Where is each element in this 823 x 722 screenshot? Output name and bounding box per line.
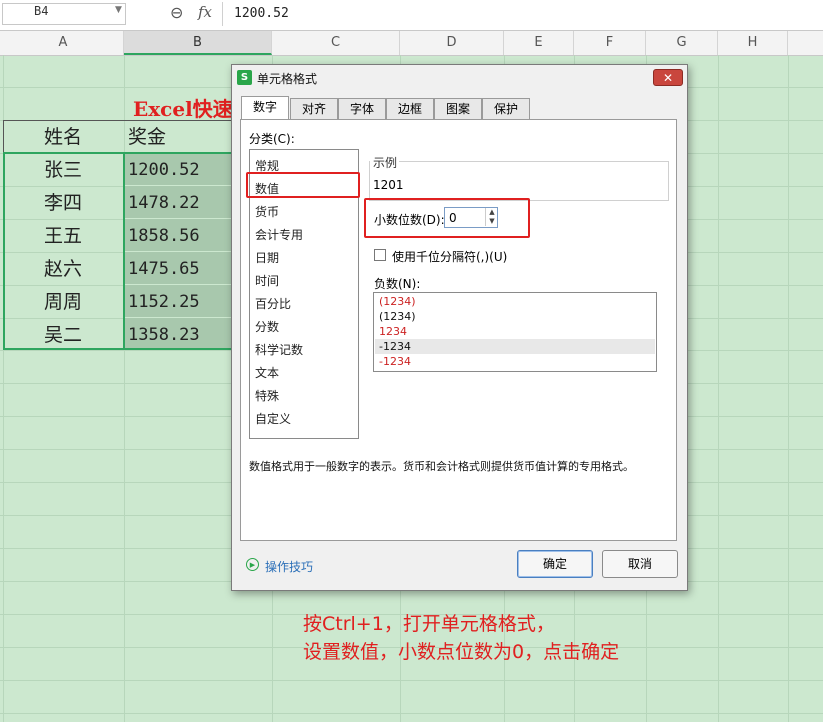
column-header-e[interactable]: E [504, 31, 574, 55]
formula-bar: B4 ▼ ⊖ fx 1200.52 [0, 0, 823, 31]
formula-separator [222, 2, 223, 26]
list-item[interactable]: 百分比 [255, 295, 291, 312]
decimal-places-label: 小数位数(D): [374, 213, 445, 227]
app-logo-icon: S [237, 70, 252, 85]
list-item[interactable]: 日期 [255, 249, 279, 266]
sample-value: 1201 [373, 178, 404, 192]
cancel-button[interactable]: 取消 [602, 550, 678, 578]
list-item[interactable]: -1234 [379, 340, 411, 353]
spin-down-icon[interactable]: ▼ [485, 217, 498, 226]
instruction-line-1: 按Ctrl+1，打开单元格格式， [303, 613, 555, 635]
tab-protection[interactable]: 保护 [482, 98, 530, 119]
formula-input[interactable]: 1200.52 [234, 6, 289, 21]
play-icon[interactable]: ▶ [246, 558, 259, 571]
tab-number[interactable]: 数字 [241, 96, 289, 119]
column-header-b[interactable]: B [124, 31, 272, 55]
tab-border[interactable]: 边框 [386, 98, 434, 119]
grid-line [0, 713, 823, 714]
sample-group-line [399, 161, 669, 162]
close-icon[interactable]: ✕ [653, 69, 683, 86]
selected-row-highlight [375, 339, 655, 354]
header-name-cell[interactable]: 姓名 [3, 121, 123, 153]
sample-group [369, 161, 669, 201]
tab-font[interactable]: 字体 [338, 98, 386, 119]
sheet-title[interactable]: Excel快速 [133, 93, 233, 122]
zoom-icon[interactable]: ⊖ [170, 3, 183, 22]
thousand-separator-label[interactable]: 使用千位分隔符(,)(U) [392, 248, 507, 265]
column-header-f[interactable]: F [574, 31, 646, 55]
tab-pattern[interactable]: 图案 [434, 98, 482, 119]
list-item[interactable]: 货币 [255, 203, 279, 220]
list-item[interactable]: 会计专用 [255, 226, 303, 243]
selection-outline-values [123, 152, 235, 350]
thousand-separator-checkbox[interactable] [374, 249, 386, 261]
column-header-d[interactable]: D [400, 31, 504, 55]
list-item[interactable]: 文本 [255, 364, 279, 381]
chevron-down-icon[interactable]: ▼ [115, 5, 122, 15]
grid-line [788, 55, 789, 722]
tips-link[interactable]: 操作技巧 [265, 558, 313, 575]
category-highlight-box [246, 172, 360, 198]
header-bonus-cell[interactable]: 奖金 [128, 121, 166, 153]
negative-numbers-list[interactable]: (1234) (1234) 1234 -1234 -1234 [373, 292, 657, 372]
decimal-places-value: 0 [449, 211, 457, 225]
list-item[interactable]: 1234 [379, 325, 407, 338]
ok-button[interactable]: 确定 [517, 550, 593, 578]
category-label: 分类(C): [249, 132, 295, 146]
list-item[interactable]: (1234) [379, 310, 416, 323]
column-header-a[interactable]: A [3, 31, 124, 55]
format-description: 数值格式用于一般数字的表示。货币和会计格式则提供货币值计算的专用格式。 [249, 460, 634, 473]
list-item[interactable]: 时间 [255, 272, 279, 289]
tab-alignment[interactable]: 对齐 [290, 98, 338, 119]
column-header-g[interactable]: G [646, 31, 718, 55]
instruction-line-2: 设置数值，小数点位数为0，点击确定 [303, 641, 620, 663]
fx-icon[interactable]: fx [198, 3, 212, 21]
name-box[interactable] [2, 3, 126, 25]
list-item[interactable]: 特殊 [255, 387, 279, 404]
negative-numbers-label: 负数(N): [374, 277, 421, 291]
grid-line [718, 55, 719, 722]
column-header-h[interactable]: H [718, 31, 788, 55]
sample-label: 示例 [373, 156, 398, 170]
list-item[interactable]: 分数 [255, 318, 279, 335]
column-header-c[interactable]: C [272, 31, 400, 55]
spin-up-icon[interactable]: ▲ [485, 208, 498, 217]
list-item[interactable]: (1234) [379, 295, 416, 308]
name-box-value: B4 [34, 4, 49, 18]
instruction-text: 按Ctrl+1，打开单元格格式， 设置数值，小数点位数为0，点击确定 [303, 610, 619, 666]
dialog-title: 单元格格式 [257, 72, 318, 86]
list-item[interactable]: 科学记数 [255, 341, 303, 358]
column-header-bar: A B C D E F G H [0, 31, 823, 56]
list-item[interactable]: 自定义 [255, 410, 291, 427]
format-cells-dialog: S 单元格格式 ✕ 数字 对齐 字体 边框 图案 保护 分类(C): 常规 数值… [231, 64, 688, 591]
grid-line [0, 680, 823, 681]
selection-outline-names [3, 152, 125, 350]
list-item[interactable]: -1234 [379, 355, 411, 368]
